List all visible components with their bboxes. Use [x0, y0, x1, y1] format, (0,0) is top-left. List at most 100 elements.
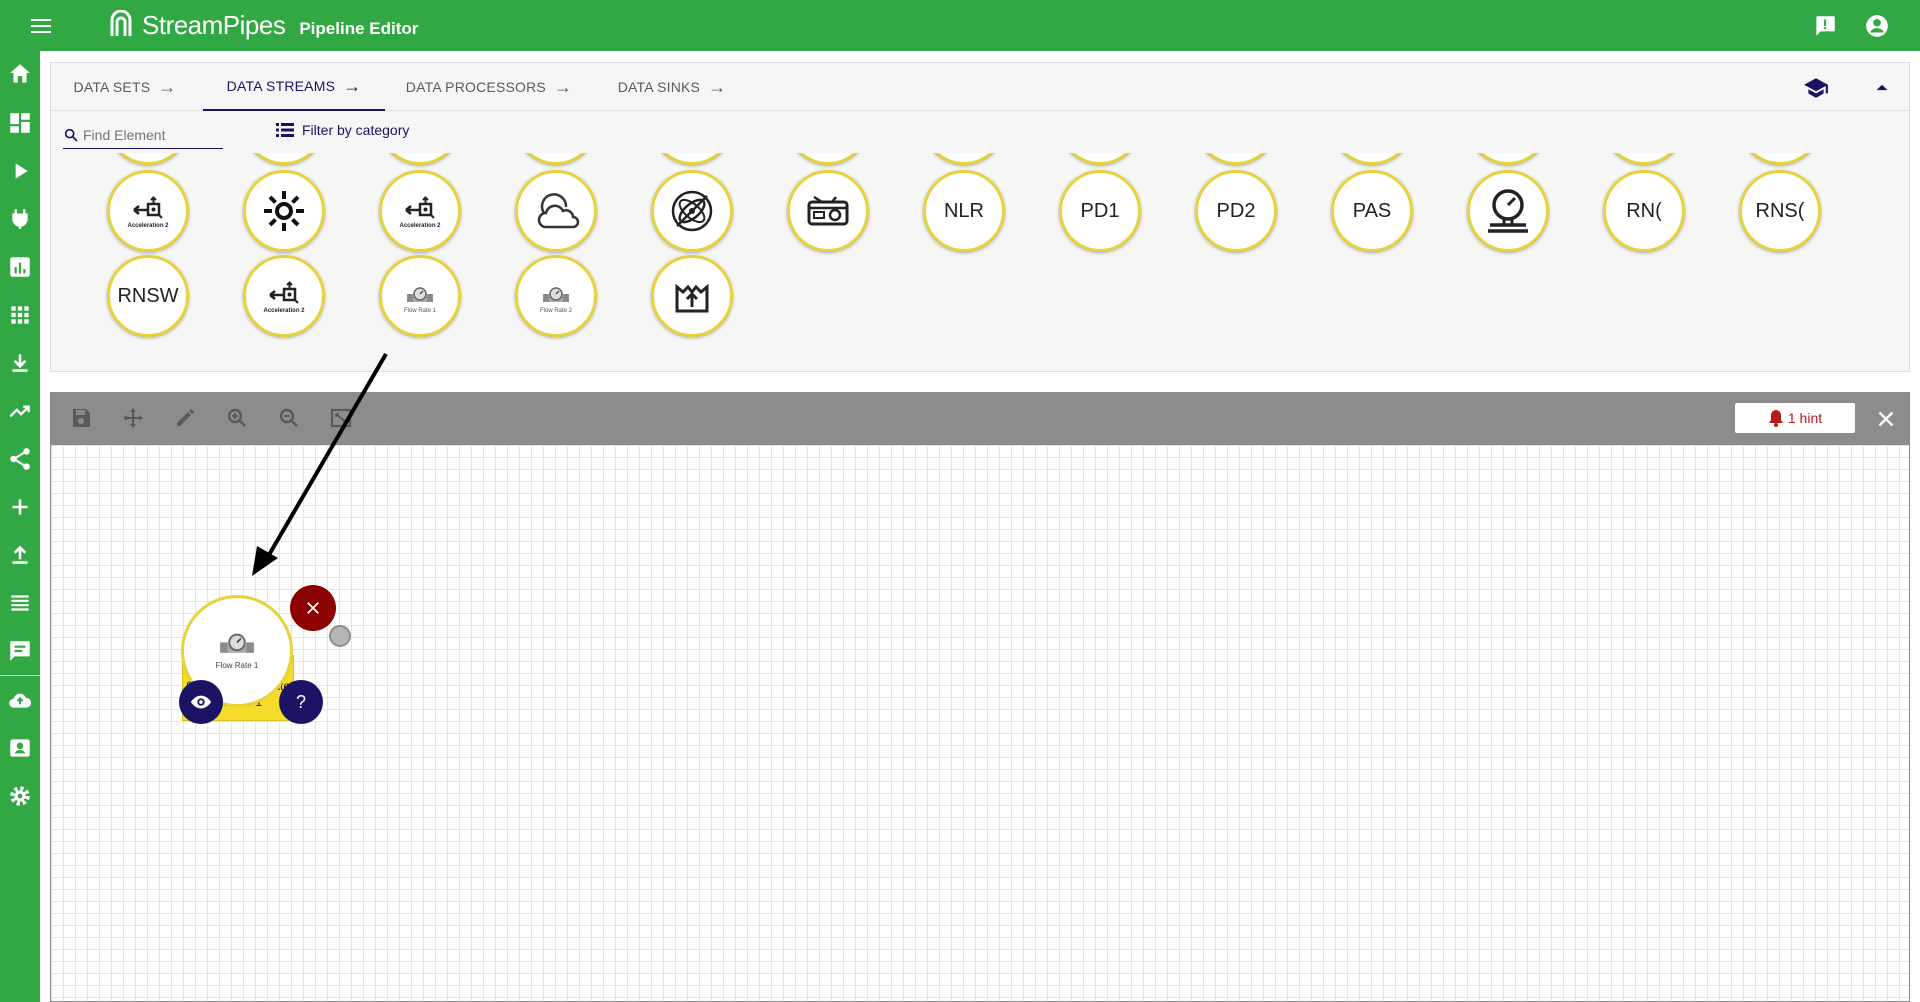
acceleration-icon: [269, 281, 299, 304]
trending-up-icon[interactable]: [7, 398, 33, 424]
pipeline-editor-icon[interactable]: [7, 110, 33, 136]
zoom-in-icon[interactable]: [225, 406, 251, 432]
app-logo[interactable]: StreamPipes Pipeline Editor: [106, 9, 418, 41]
auto-layout-icon[interactable]: [329, 406, 355, 432]
question-mark-icon: ?: [295, 691, 306, 712]
upload-box-icon: [675, 283, 709, 313]
element-panel: DATA SETS → DATA STREAMS → DATA PROCESSORS…: [50, 62, 1910, 372]
cloud-icon: [537, 193, 580, 229]
arrow-right-icon: →: [158, 76, 177, 97]
gauge-icon: [1488, 189, 1528, 233]
pipeline-node-flow-rate-sensor[interactable]: Siemens Flow Rate Sensor 1 Flow Rate 1 ?: [179, 585, 351, 757]
search-input[interactable]: [83, 126, 223, 143]
element-circle-partial[interactable]: [107, 153, 189, 165]
dashboard-chart-icon[interactable]: [7, 254, 33, 280]
arrow-right-icon: →: [343, 75, 362, 96]
notifications-chat-icon[interactable]: [7, 638, 33, 664]
element-flow-rate-1[interactable]: Flow Rate 1: [379, 255, 461, 337]
tab-data-sets[interactable]: DATA SETS →: [65, 63, 185, 111]
logo-text: StreamPipes: [142, 9, 286, 40]
element-circle-partial[interactable]: [923, 153, 1005, 165]
user-profile-icon[interactable]: [7, 735, 33, 761]
list-icon[interactable]: [7, 590, 33, 616]
tab-data-processors[interactable]: DATA PROCESSORS →: [403, 63, 575, 111]
acceleration-icon: [405, 196, 435, 219]
editor-toolbar: 1 hint: [51, 393, 1909, 445]
feedback-icon[interactable]: [1812, 13, 1838, 39]
apps-grid-icon[interactable]: [7, 302, 33, 328]
arrow-right-icon: →: [553, 76, 573, 97]
element-sun-sensor[interactable]: [243, 170, 325, 252]
tutorial-school-icon[interactable]: [1803, 75, 1829, 101]
element-circle-partial[interactable]: [1739, 153, 1821, 165]
element-gauge-sensor[interactable]: [1467, 170, 1549, 252]
flow-meter-icon: [220, 633, 254, 653]
element-orbit-sensor[interactable]: [651, 170, 733, 252]
tab-data-sinks[interactable]: DATA SINKS →: [611, 63, 733, 111]
pipelines-play-icon[interactable]: [7, 158, 33, 184]
element-circle-partial[interactable]: [515, 153, 597, 165]
bell-icon: [1768, 410, 1783, 427]
collapse-panel-icon[interactable]: [1869, 75, 1895, 101]
settings-gear-icon[interactable]: [7, 783, 33, 809]
help-node-button[interactable]: ?: [279, 680, 323, 724]
eye-icon: [190, 695, 212, 709]
connect-plug-icon[interactable]: [7, 206, 33, 232]
save-icon[interactable]: [69, 406, 95, 432]
element-circle-partial[interactable]: [1331, 153, 1413, 165]
pan-move-icon[interactable]: [121, 406, 147, 432]
home-icon[interactable]: [7, 61, 33, 87]
output-endpoint[interactable]: [329, 625, 351, 647]
hint-button[interactable]: 1 hint: [1735, 403, 1855, 433]
search-icon: [64, 128, 78, 142]
share-icon[interactable]: [7, 446, 33, 472]
element-grid: Acceleration 2 Acceleration 2 NLR PD1 PD…: [51, 153, 1909, 371]
element-circle-partial[interactable]: [1467, 153, 1549, 165]
element-pas[interactable]: PAS: [1331, 170, 1413, 252]
account-icon[interactable]: [1864, 13, 1890, 39]
add-icon[interactable]: [7, 494, 33, 520]
element-circle-partial[interactable]: [1195, 153, 1277, 165]
close-icon[interactable]: [1873, 406, 1899, 432]
element-pd2[interactable]: PD2: [1195, 170, 1277, 252]
element-weather-sensor[interactable]: [515, 170, 597, 252]
zoom-out-icon[interactable]: [277, 406, 303, 432]
filter-by-category-button[interactable]: Filter by category: [276, 122, 409, 138]
element-circle-partial[interactable]: [243, 153, 325, 165]
flow-meter-icon: [543, 287, 569, 302]
element-flow-rate-2[interactable]: Flow Rate 2: [515, 255, 597, 337]
tab-data-streams[interactable]: DATA STREAMS →: [203, 63, 385, 111]
close-icon: [307, 602, 319, 614]
element-circle-partial[interactable]: [1603, 153, 1685, 165]
preview-node-button[interactable]: [179, 680, 223, 724]
flow-meter-icon: [407, 287, 433, 302]
cloud-upload-icon[interactable]: [7, 687, 33, 713]
acceleration-icon: [133, 196, 163, 219]
find-element-search: [63, 121, 223, 149]
element-upload-box[interactable]: [651, 255, 733, 337]
element-circle-partial[interactable]: [379, 153, 461, 165]
element-acceleration-2[interactable]: Acceleration 2: [107, 170, 189, 252]
upload-icon[interactable]: [7, 542, 33, 568]
download-icon[interactable]: [7, 350, 33, 376]
sun-icon: [264, 191, 304, 231]
element-rnsw[interactable]: RNSW: [107, 255, 189, 337]
element-circle-partial[interactable]: [1059, 153, 1141, 165]
element-acceleration-2[interactable]: Acceleration 2: [243, 255, 325, 337]
element-rns[interactable]: RNS(: [1739, 170, 1821, 252]
element-rn[interactable]: RN(: [1603, 170, 1685, 252]
element-nlr[interactable]: NLR: [923, 170, 1005, 252]
element-circle-partial[interactable]: [787, 153, 869, 165]
element-pd1[interactable]: PD1: [1059, 170, 1141, 252]
arrow-right-icon: →: [708, 76, 727, 97]
hamburger-menu-icon[interactable]: [28, 15, 54, 37]
element-acceleration-2[interactable]: Acceleration 2: [379, 170, 461, 252]
element-circle-partial[interactable]: [651, 153, 733, 165]
pipeline-canvas[interactable]: Siemens Flow Rate Sensor 1 Flow Rate 1 ?: [51, 445, 1909, 1001]
element-radio-sensor[interactable]: [787, 170, 869, 252]
radio-icon: [807, 195, 849, 226]
delete-node-button[interactable]: [290, 585, 336, 631]
top-bar: StreamPipes Pipeline Editor: [0, 0, 1920, 51]
edit-pencil-icon[interactable]: [173, 406, 199, 432]
streampipes-logo-icon: [110, 10, 132, 36]
